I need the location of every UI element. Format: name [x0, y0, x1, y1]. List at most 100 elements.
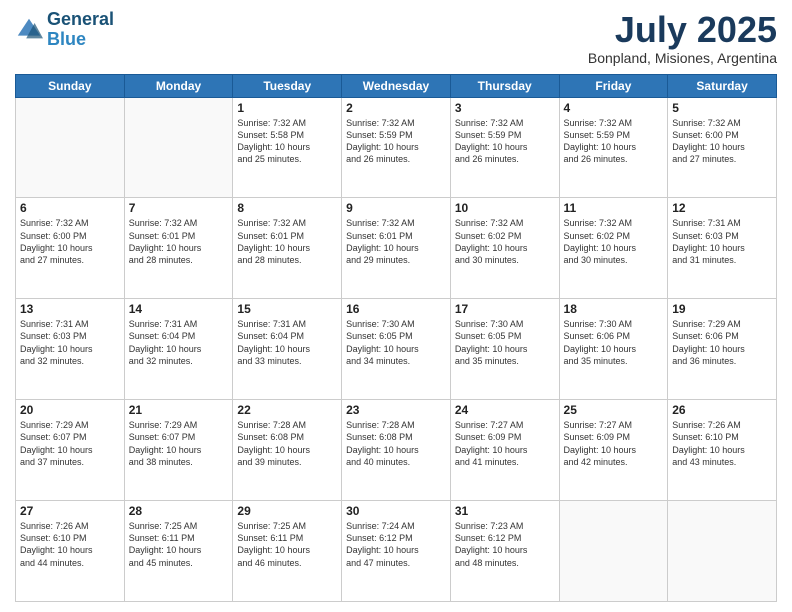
- calendar-day-17: 17 Sunrise: 7:30 AM Sunset: 6:05 PM Dayli…: [450, 299, 559, 400]
- calendar-day-16: 16 Sunrise: 7:30 AM Sunset: 6:05 PM Dayli…: [342, 299, 451, 400]
- logo-icon: [15, 16, 43, 44]
- day-header-wednesday: Wednesday: [342, 74, 451, 97]
- calendar-day-7: 7 Sunrise: 7:32 AM Sunset: 6:01 PM Daylig…: [124, 198, 233, 299]
- day-info: Sunrise: 7:32 AM Sunset: 5:59 PM Dayligh…: [346, 117, 446, 166]
- day-number: 28: [129, 504, 229, 518]
- calendar-day-13: 13Sunrise: 7:31 AM Sunset: 6:03 PM Dayli…: [16, 299, 125, 400]
- page: General Blue July 2025 Bonpland, Misione…: [0, 0, 792, 612]
- day-number: 31: [455, 504, 555, 518]
- day-info: Sunrise: 7:25 AM Sunset: 6:11 PM Dayligh…: [129, 520, 229, 569]
- day-number: 26: [672, 403, 772, 417]
- calendar-day-20: 20 Sunrise: 7:29 AM Sunset: 6:07 PM Dayli…: [16, 400, 125, 501]
- calendar-day-6: 6 Sunrise: 7:32 AM Sunset: 6:00 PM Daylig…: [16, 198, 125, 299]
- day-info: Sunrise: 7:32 AM Sunset: 5:58 PM Dayligh…: [237, 117, 337, 166]
- day-info: Sunrise: 7:27 AM Sunset: 6:09 PM Dayligh…: [564, 419, 664, 468]
- calendar-empty-cell: [668, 501, 777, 602]
- day-number: 6: [20, 201, 120, 215]
- title-area: July 2025 Bonpland, Misiones, Argentina: [588, 10, 777, 66]
- day-number: 24: [455, 403, 555, 417]
- calendar-day-25: 25 Sunrise: 7:27 AM Sunset: 6:09 PM Dayli…: [559, 400, 668, 501]
- calendar-day-8: 8Sunrise: 7:32 AM Sunset: 6:01 PM Daylig…: [233, 198, 342, 299]
- day-info: Sunrise: 7:32 AM Sunset: 6:00 PM Dayligh…: [20, 217, 120, 266]
- day-info: Sunrise: 7:26 AM Sunset: 6:10 PM Dayligh…: [20, 520, 120, 569]
- day-info: Sunrise: 7:32 AM Sunset: 6:01 PM Dayligh…: [129, 217, 229, 266]
- day-info: Sunrise: 7:29 AM Sunset: 6:07 PM Dayligh…: [20, 419, 120, 468]
- day-info: Sunrise: 7:25 AM Sunset: 6:11 PM Dayligh…: [237, 520, 337, 569]
- calendar-day-28: 28 Sunrise: 7:25 AM Sunset: 6:11 PM Dayli…: [124, 501, 233, 602]
- day-info: Sunrise: 7:27 AM Sunset: 6:09 PM Dayligh…: [455, 419, 555, 468]
- calendar-week-row: 13Sunrise: 7:31 AM Sunset: 6:03 PM Dayli…: [16, 299, 777, 400]
- day-number: 17: [455, 302, 555, 316]
- day-info: Sunrise: 7:30 AM Sunset: 6:05 PM Dayligh…: [455, 318, 555, 367]
- calendar-day-27: 27 Sunrise: 7:26 AM Sunset: 6:10 PM Dayli…: [16, 501, 125, 602]
- calendar-week-row: 20 Sunrise: 7:29 AM Sunset: 6:07 PM Dayli…: [16, 400, 777, 501]
- calendar-day-2: 2Sunrise: 7:32 AM Sunset: 5:59 PM Daylig…: [342, 97, 451, 198]
- day-info: Sunrise: 7:32 AM Sunset: 6:01 PM Dayligh…: [237, 217, 337, 266]
- calendar-day-18: 18 Sunrise: 7:30 AM Sunset: 6:06 PM Dayli…: [559, 299, 668, 400]
- day-info: Sunrise: 7:31 AM Sunset: 6:04 PM Dayligh…: [237, 318, 337, 367]
- day-number: 25: [564, 403, 664, 417]
- calendar-day-1: 1 Sunrise: 7:32 AM Sunset: 5:58 PM Daylig…: [233, 97, 342, 198]
- calendar-day-14: 14Sunrise: 7:31 AM Sunset: 6:04 PM Dayli…: [124, 299, 233, 400]
- calendar-day-21: 21 Sunrise: 7:29 AM Sunset: 6:07 PM Dayli…: [124, 400, 233, 501]
- day-number: 11: [564, 201, 664, 215]
- calendar-empty-cell: [124, 97, 233, 198]
- day-number: 21: [129, 403, 229, 417]
- day-info: Sunrise: 7:29 AM Sunset: 6:06 PM Dayligh…: [672, 318, 772, 367]
- day-number: 10: [455, 201, 555, 215]
- day-info: Sunrise: 7:23 AM Sunset: 6:12 PM Dayligh…: [455, 520, 555, 569]
- day-header-sunday: Sunday: [16, 74, 125, 97]
- calendar-day-23: 23 Sunrise: 7:28 AM Sunset: 6:08 PM Dayli…: [342, 400, 451, 501]
- day-number: 27: [20, 504, 120, 518]
- calendar-day-31: 31 Sunrise: 7:23 AM Sunset: 6:12 PM Dayli…: [450, 501, 559, 602]
- calendar-day-30: 30 Sunrise: 7:24 AM Sunset: 6:12 PM Dayli…: [342, 501, 451, 602]
- calendar-day-15: 15 Sunrise: 7:31 AM Sunset: 6:04 PM Dayli…: [233, 299, 342, 400]
- day-info: Sunrise: 7:29 AM Sunset: 6:07 PM Dayligh…: [129, 419, 229, 468]
- calendar-empty-cell: [559, 501, 668, 602]
- day-info: Sunrise: 7:31 AM Sunset: 6:04 PM Dayligh…: [129, 318, 229, 367]
- calendar-table: SundayMondayTuesdayWednesdayThursdayFrid…: [15, 74, 777, 602]
- day-info: Sunrise: 7:28 AM Sunset: 6:08 PM Dayligh…: [237, 419, 337, 468]
- day-number: 3: [455, 101, 555, 115]
- day-header-tuesday: Tuesday: [233, 74, 342, 97]
- day-number: 19: [672, 302, 772, 316]
- day-info: Sunrise: 7:32 AM Sunset: 5:59 PM Dayligh…: [564, 117, 664, 166]
- day-number: 12: [672, 201, 772, 215]
- day-number: 7: [129, 201, 229, 215]
- calendar-day-24: 24 Sunrise: 7:27 AM Sunset: 6:09 PM Dayli…: [450, 400, 559, 501]
- month-year: July 2025: [588, 10, 777, 50]
- logo-blue: Blue: [47, 30, 114, 50]
- location: Bonpland, Misiones, Argentina: [588, 50, 777, 66]
- day-number: 30: [346, 504, 446, 518]
- calendar-week-row: 1 Sunrise: 7:32 AM Sunset: 5:58 PM Daylig…: [16, 97, 777, 198]
- calendar-day-11: 11 Sunrise: 7:32 AM Sunset: 6:02 PM Dayli…: [559, 198, 668, 299]
- day-header-friday: Friday: [559, 74, 668, 97]
- day-info: Sunrise: 7:31 AM Sunset: 6:03 PM Dayligh…: [672, 217, 772, 266]
- day-info: Sunrise: 7:30 AM Sunset: 6:05 PM Dayligh…: [346, 318, 446, 367]
- calendar-day-10: 10Sunrise: 7:32 AM Sunset: 6:02 PM Dayli…: [450, 198, 559, 299]
- calendar-day-19: 19 Sunrise: 7:29 AM Sunset: 6:06 PM Dayli…: [668, 299, 777, 400]
- day-number: 22: [237, 403, 337, 417]
- day-info: Sunrise: 7:32 AM Sunset: 6:02 PM Dayligh…: [564, 217, 664, 266]
- day-info: Sunrise: 7:24 AM Sunset: 6:12 PM Dayligh…: [346, 520, 446, 569]
- calendar-day-9: 9Sunrise: 7:32 AM Sunset: 6:01 PM Daylig…: [342, 198, 451, 299]
- calendar-day-26: 26 Sunrise: 7:26 AM Sunset: 6:10 PM Dayli…: [668, 400, 777, 501]
- day-info: Sunrise: 7:32 AM Sunset: 6:01 PM Dayligh…: [346, 217, 446, 266]
- day-number: 15: [237, 302, 337, 316]
- header: General Blue July 2025 Bonpland, Misione…: [15, 10, 777, 66]
- day-info: Sunrise: 7:30 AM Sunset: 6:06 PM Dayligh…: [564, 318, 664, 367]
- calendar-header-row: SundayMondayTuesdayWednesdayThursdayFrid…: [16, 74, 777, 97]
- day-info: Sunrise: 7:26 AM Sunset: 6:10 PM Dayligh…: [672, 419, 772, 468]
- day-number: 1: [237, 101, 337, 115]
- day-header-monday: Monday: [124, 74, 233, 97]
- day-info: Sunrise: 7:28 AM Sunset: 6:08 PM Dayligh…: [346, 419, 446, 468]
- calendar-day-12: 12 Sunrise: 7:31 AM Sunset: 6:03 PM Dayli…: [668, 198, 777, 299]
- day-number: 5: [672, 101, 772, 115]
- day-info: Sunrise: 7:31 AM Sunset: 6:03 PM Dayligh…: [20, 318, 120, 367]
- day-number: 20: [20, 403, 120, 417]
- day-number: 23: [346, 403, 446, 417]
- day-number: 18: [564, 302, 664, 316]
- day-number: 16: [346, 302, 446, 316]
- calendar-day-4: 4Sunrise: 7:32 AM Sunset: 5:59 PM Daylig…: [559, 97, 668, 198]
- calendar-day-29: 29Sunrise: 7:25 AM Sunset: 6:11 PM Dayli…: [233, 501, 342, 602]
